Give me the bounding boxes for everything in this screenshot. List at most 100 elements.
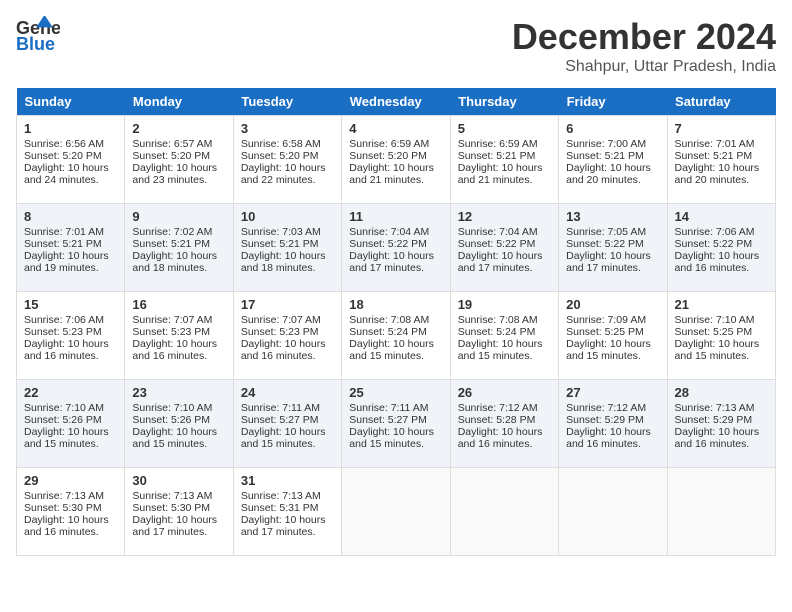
day-number: 9 xyxy=(132,209,225,224)
cell-text: Sunset: 5:22 PM xyxy=(349,238,442,250)
cell-text: Daylight: 10 hours xyxy=(675,162,768,174)
cell-text: Daylight: 10 hours xyxy=(458,426,551,438)
day-number: 3 xyxy=(241,121,334,136)
day-number: 16 xyxy=(132,297,225,312)
cell-text: Sunrise: 7:07 AM xyxy=(132,314,225,326)
cell-text: and 16 minutes. xyxy=(458,438,551,450)
cell-text: Sunset: 5:26 PM xyxy=(132,414,225,426)
cell-text: Sunset: 5:23 PM xyxy=(24,326,117,338)
cell-text: Sunset: 5:20 PM xyxy=(132,150,225,162)
table-row: 22Sunrise: 7:10 AMSunset: 5:26 PMDayligh… xyxy=(17,380,125,468)
cell-text: Sunrise: 7:10 AM xyxy=(675,314,768,326)
calendar-header-row: Sunday Monday Tuesday Wednesday Thursday… xyxy=(17,88,776,116)
cell-text: and 17 minutes. xyxy=(566,262,659,274)
cell-text: Sunset: 5:21 PM xyxy=(675,150,768,162)
cell-text: Sunrise: 6:57 AM xyxy=(132,138,225,150)
cell-text: Sunset: 5:30 PM xyxy=(132,502,225,514)
day-number: 10 xyxy=(241,209,334,224)
cell-text: Sunrise: 6:58 AM xyxy=(241,138,334,150)
table-row: 27Sunrise: 7:12 AMSunset: 5:29 PMDayligh… xyxy=(559,380,667,468)
table-row: 19Sunrise: 7:08 AMSunset: 5:24 PMDayligh… xyxy=(450,292,558,380)
cell-text: and 19 minutes. xyxy=(24,262,117,274)
cell-text: Daylight: 10 hours xyxy=(241,162,334,174)
day-number: 29 xyxy=(24,473,117,488)
cell-text: Sunrise: 7:11 AM xyxy=(241,402,334,414)
cell-text: Sunrise: 6:59 AM xyxy=(349,138,442,150)
table-row: 5Sunrise: 6:59 AMSunset: 5:21 PMDaylight… xyxy=(450,116,558,204)
day-number: 19 xyxy=(458,297,551,312)
calendar-title-area: December 2024 Shahpur, Uttar Pradesh, In… xyxy=(512,16,776,76)
cell-text: Sunset: 5:22 PM xyxy=(566,238,659,250)
day-number: 5 xyxy=(458,121,551,136)
table-row: 3Sunrise: 6:58 AMSunset: 5:20 PMDaylight… xyxy=(233,116,341,204)
col-tuesday: Tuesday xyxy=(233,88,341,116)
logo-icon: General Blue xyxy=(16,16,60,56)
cell-text: Daylight: 10 hours xyxy=(241,338,334,350)
cell-text: Sunset: 5:23 PM xyxy=(241,326,334,338)
table-row: 20Sunrise: 7:09 AMSunset: 5:25 PMDayligh… xyxy=(559,292,667,380)
cell-text: Daylight: 10 hours xyxy=(24,162,117,174)
cell-text: Sunrise: 7:06 AM xyxy=(24,314,117,326)
cell-text: Sunrise: 7:13 AM xyxy=(24,490,117,502)
cell-text: Daylight: 10 hours xyxy=(349,338,442,350)
cell-text: and 16 minutes. xyxy=(566,438,659,450)
cell-text: and 21 minutes. xyxy=(349,174,442,186)
day-number: 17 xyxy=(241,297,334,312)
cell-text: and 15 minutes. xyxy=(349,438,442,450)
day-number: 8 xyxy=(24,209,117,224)
table-row xyxy=(450,468,558,556)
table-row: 30Sunrise: 7:13 AMSunset: 5:30 PMDayligh… xyxy=(125,468,233,556)
cell-text: and 16 minutes. xyxy=(24,350,117,362)
cell-text: Sunset: 5:21 PM xyxy=(132,238,225,250)
page-header: General Blue December 2024 Shahpur, Utta… xyxy=(16,16,776,76)
cell-text: and 15 minutes. xyxy=(675,350,768,362)
table-row: 26Sunrise: 7:12 AMSunset: 5:28 PMDayligh… xyxy=(450,380,558,468)
cell-text: and 18 minutes. xyxy=(132,262,225,274)
cell-text: Daylight: 10 hours xyxy=(566,162,659,174)
cell-text: Sunset: 5:27 PM xyxy=(241,414,334,426)
cell-text: Sunrise: 7:04 AM xyxy=(458,226,551,238)
location-title: Shahpur, Uttar Pradesh, India xyxy=(512,58,776,76)
cell-text: and 15 minutes. xyxy=(132,438,225,450)
table-row: 12 Sunrise: 7:04 AMSunset: 5:22 PMDayligh… xyxy=(450,204,558,292)
cell-text: Sunrise: 7:01 AM xyxy=(24,226,117,238)
col-monday: Monday xyxy=(125,88,233,116)
table-row: 9Sunrise: 7:02 AMSunset: 5:21 PMDaylight… xyxy=(125,204,233,292)
cell-text: Daylight: 10 hours xyxy=(566,426,659,438)
day-number: 13 xyxy=(566,209,659,224)
day-number: 12 xyxy=(458,209,551,224)
table-row: 1Sunrise: 6:56 AMSunset: 5:20 PMDaylight… xyxy=(17,116,125,204)
day-number: 14 xyxy=(675,209,768,224)
day-number: 26 xyxy=(458,385,551,400)
day-number: 6 xyxy=(566,121,659,136)
table-row: 24Sunrise: 7:11 AMSunset: 5:27 PMDayligh… xyxy=(233,380,341,468)
cell-text: Sunset: 5:24 PM xyxy=(458,326,551,338)
cell-text: Sunset: 5:21 PM xyxy=(566,150,659,162)
cell-text: Daylight: 10 hours xyxy=(458,338,551,350)
cell-text: Sunset: 5:29 PM xyxy=(675,414,768,426)
cell-text: Daylight: 10 hours xyxy=(132,162,225,174)
cell-text: and 18 minutes. xyxy=(241,262,334,274)
cell-text: Sunrise: 7:06 AM xyxy=(675,226,768,238)
table-row: 31Sunrise: 7:13 AMSunset: 5:31 PMDayligh… xyxy=(233,468,341,556)
cell-text: Sunset: 5:28 PM xyxy=(458,414,551,426)
col-saturday: Saturday xyxy=(667,88,775,116)
day-number: 27 xyxy=(566,385,659,400)
cell-text: Sunset: 5:22 PM xyxy=(458,238,551,250)
cell-text: Sunrise: 7:11 AM xyxy=(349,402,442,414)
table-row: 13Sunrise: 7:05 AMSunset: 5:22 PMDayligh… xyxy=(559,204,667,292)
table-row: 8Sunrise: 7:01 AMSunset: 5:21 PMDaylight… xyxy=(17,204,125,292)
cell-text: Daylight: 10 hours xyxy=(241,426,334,438)
day-number: 23 xyxy=(132,385,225,400)
cell-text: Daylight: 10 hours xyxy=(132,514,225,526)
month-title: December 2024 xyxy=(512,16,776,58)
cell-text: Daylight: 10 hours xyxy=(458,162,551,174)
cell-text: Sunset: 5:21 PM xyxy=(24,238,117,250)
cell-text: Sunset: 5:30 PM xyxy=(24,502,117,514)
cell-text: Sunset: 5:31 PM xyxy=(241,502,334,514)
table-row: 21Sunrise: 7:10 AMSunset: 5:25 PMDayligh… xyxy=(667,292,775,380)
day-number: 20 xyxy=(566,297,659,312)
cell-text: Daylight: 10 hours xyxy=(458,250,551,262)
table-row: 18Sunrise: 7:08 AMSunset: 5:24 PMDayligh… xyxy=(342,292,450,380)
cell-text: Sunrise: 6:59 AM xyxy=(458,138,551,150)
